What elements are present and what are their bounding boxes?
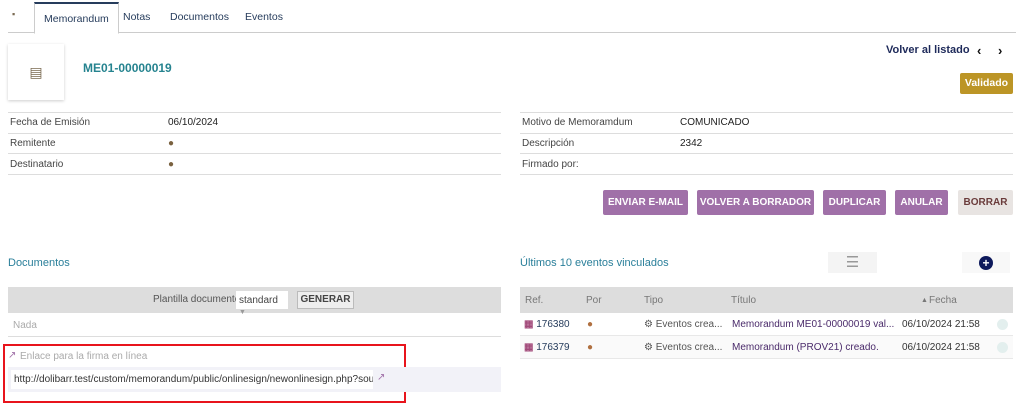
col-tipo[interactable]: Tipo: [644, 295, 663, 306]
user-avatar-icon[interactable]: ●: [587, 342, 593, 353]
template-select[interactable]: standard ▼: [236, 291, 288, 316]
event-ref: 176380: [536, 319, 570, 330]
event-type: ⚙ Eventos crea...: [644, 319, 723, 330]
field-value: COMUNICADO: [680, 117, 750, 129]
status-dot-icon: [997, 319, 1008, 330]
col-titulo[interactable]: Título: [731, 295, 756, 306]
table-row: ▦ 176380 ● ⚙ Eventos crea... Memorandum …: [520, 313, 1013, 336]
tab-memorandum[interactable]: Memorandum: [34, 2, 119, 34]
template-value: standard: [239, 295, 278, 306]
field-value: 06/10/2024: [168, 117, 219, 129]
event-type-text: Eventos crea...: [655, 319, 723, 330]
sign-link-label: Enlace para la firma en línea: [20, 351, 148, 362]
field-label: Motivo de Memoramdum: [522, 117, 633, 129]
memo-card-icon: ▤: [8, 44, 64, 100]
duplicate-button[interactable]: DUPLICAR: [823, 190, 886, 215]
event-date: 06/10/2024 21:58: [902, 319, 980, 330]
table-row: ▦ 176379 ● ⚙ Eventos crea... Memorandum …: [520, 336, 1013, 359]
event-ref-link[interactable]: ▦ 176379: [524, 342, 570, 353]
documents-title: Documentos: [8, 257, 70, 269]
template-label: Plantilla documento: [153, 294, 241, 305]
col-fecha[interactable]: Fecha: [929, 295, 957, 306]
field-row: Motivo de Memoramdum COMUNICADO: [520, 113, 1013, 134]
cancel-button[interactable]: ANULAR: [895, 190, 948, 215]
next-icon[interactable]: ›: [998, 43, 1002, 58]
user-avatar-icon[interactable]: ●: [587, 319, 593, 330]
documents-empty: Nada: [8, 313, 501, 337]
record-ref: ME01-00000019: [83, 61, 172, 75]
sign-url-input[interactable]: http://dolibarr.test/custom/memorandum/p…: [11, 370, 373, 389]
col-por[interactable]: Por: [586, 295, 602, 306]
calendar-icon: ▦: [524, 342, 534, 353]
field-row: Fecha de Emisión 06/10/2024: [8, 113, 501, 134]
field-label: Firmado por:: [522, 158, 579, 170]
field-label: Destinatario: [10, 158, 64, 170]
left-fields: Fecha de Emisión 06/10/2024 Remitente ● De…: [8, 112, 501, 176]
generate-bar: Plantilla documento standard ▼ GENERAR: [8, 287, 501, 316]
field-row: Destinatario ●: [8, 154, 501, 176]
event-title[interactable]: Memorandum (PROV21) creado.: [732, 342, 879, 353]
back-to-list-link[interactable]: Volver al listado: [886, 44, 970, 56]
calendar-icon: ▦: [524, 319, 534, 330]
menu-icon: ☰: [845, 254, 860, 271]
col-ref[interactable]: Ref.: [525, 295, 543, 306]
field-value: 2342: [680, 138, 703, 150]
tab-documentos[interactable]: Documentos: [161, 2, 238, 33]
field-label: Fecha de Emisión: [10, 117, 91, 129]
field-label: Descripción: [522, 138, 575, 150]
event-type-text: Eventos crea...: [655, 342, 723, 353]
status-badge: Validado: [960, 73, 1013, 94]
prev-icon[interactable]: ‹: [977, 43, 981, 58]
event-type: ⚙ Eventos crea...: [644, 342, 723, 353]
field-row: Descripción 2342: [520, 134, 1013, 155]
sign-url-row: http://dolibarr.test/custom/memorandum/p…: [8, 367, 501, 392]
events-title: Últimos 10 eventos vinculados: [520, 257, 669, 269]
memo-icon: ▪: [12, 9, 16, 19]
status-dot-icon: [997, 342, 1008, 353]
list-view-button[interactable]: ☰: [828, 252, 877, 273]
external-link-icon: ↗: [8, 350, 17, 361]
delete-button[interactable]: BORRAR: [958, 190, 1013, 215]
field-row: Firmado por:: [520, 154, 1013, 176]
generate-button[interactable]: GENERAR: [297, 291, 354, 309]
event-title[interactable]: Memorandum ME01-00000019 val...: [732, 319, 894, 330]
right-fields: Motivo de Memoramdum COMUNICADO Descripci…: [520, 112, 1013, 176]
back-to-draft-button[interactable]: VOLVER A BORRADOR: [697, 190, 814, 215]
field-row: Remitente ●: [8, 134, 501, 155]
event-ref: 176379: [536, 342, 570, 353]
tab-notas[interactable]: Notas: [114, 2, 159, 33]
event-date: 06/10/2024 21:58: [902, 342, 980, 353]
add-event-button[interactable]: +: [962, 252, 1010, 273]
tab-eventos[interactable]: Eventos: [236, 2, 292, 33]
event-ref-link[interactable]: ▦ 176380: [524, 319, 570, 330]
user-icon[interactable]: ●: [168, 138, 174, 149]
user-icon[interactable]: ●: [168, 159, 174, 170]
sort-asc-icon: ▲: [921, 297, 928, 304]
send-email-button[interactable]: ENVIAR E-MAIL: [603, 190, 688, 215]
plus-circle-icon: +: [979, 255, 993, 270]
open-link-icon[interactable]: ↗: [377, 372, 385, 383]
field-label: Remitente: [10, 138, 56, 150]
tab-bar: ▪ Memorandum Notas Documentos Eventos: [8, 0, 1016, 34]
